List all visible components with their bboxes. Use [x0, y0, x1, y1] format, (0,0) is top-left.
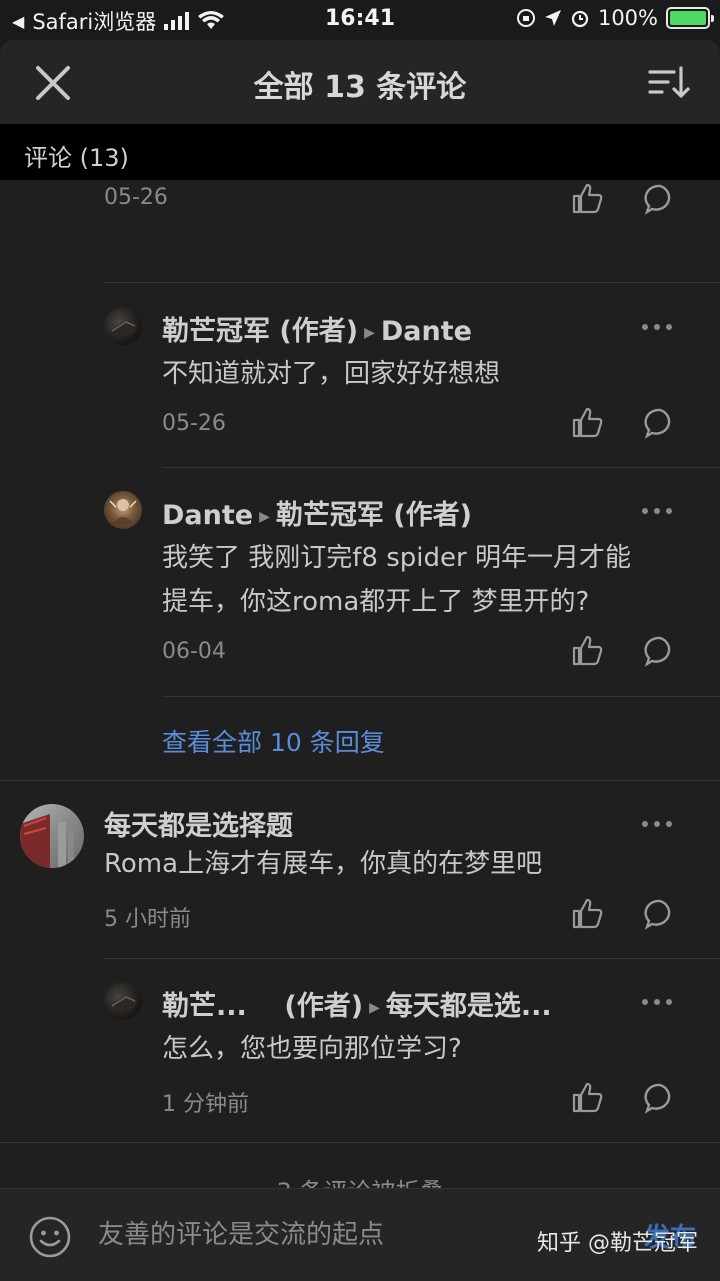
comment-date: 1 分钟前: [162, 1092, 249, 1117]
avatar-image: [109, 499, 137, 525]
reply-to-name[interactable]: 勒芒冠军 (作者): [276, 500, 472, 531]
author-name[interactable]: Dante: [162, 500, 253, 531]
author-name[interactable]: 每天都是选择题: [104, 804, 293, 843]
divider: [0, 1142, 720, 1143]
emoji-icon[interactable]: [28, 1215, 72, 1259]
like-icon[interactable]: [570, 897, 604, 931]
reply-to-name[interactable]: 每天都是选...: [386, 991, 552, 1022]
comment-date: 06-04: [162, 639, 226, 664]
comment-text-line: 提车，你这roma都开上了 梦里开的?: [162, 587, 590, 617]
reply-icon[interactable]: [643, 182, 677, 216]
reply-arrow-icon: ▶: [364, 324, 375, 341]
divider: [104, 282, 720, 283]
alarm-icon: [571, 10, 589, 28]
reply-to-name[interactable]: Dante: [381, 316, 472, 347]
comment-input-bar: 发布 知乎 @勒芒冠军: [0, 1188, 720, 1281]
reply-icon[interactable]: [643, 1081, 677, 1115]
avatar[interactable]: [104, 982, 142, 1020]
reply-arrow-icon: ▶: [259, 508, 270, 525]
avatar-image: [20, 814, 74, 868]
status-bar: ◀ Safari浏览器 16:41 100%: [0, 0, 720, 40]
comment-input[interactable]: [98, 1211, 518, 1259]
orientation-lock-icon: [516, 9, 535, 27]
avatar[interactable]: [104, 307, 142, 345]
comment-author-line[interactable]: 勒芒冠军 (作者) ▶ Dante: [162, 309, 472, 348]
like-icon[interactable]: [570, 406, 604, 440]
more-options-icon[interactable]: [637, 501, 677, 521]
section-label: 评论 (13): [24, 144, 129, 172]
avatar-image: [109, 321, 137, 337]
page-title: 全部 13 条评论: [253, 70, 467, 105]
avatar-image: [109, 996, 137, 1012]
comment-text: 怎么，您也要向那位学习?: [162, 1034, 462, 1064]
comments-sheet: 全部 13 条评论 评论 (13) 05-26 勒芒冠军 (作者) ▶ Dante: [0, 40, 720, 1281]
comment-text-line: 我笑了 我刚订完f8 spider 明年一月才能: [162, 543, 631, 573]
reply-icon[interactable]: [643, 634, 677, 668]
author-name[interactable]: 勒芒冠军 (作者): [162, 316, 358, 347]
comment-date: 5 小时前: [104, 907, 191, 932]
sheet-header: 全部 13 条评论: [0, 40, 720, 124]
section-bar: 评论 (13): [0, 124, 720, 180]
author-name[interactable]: 勒芒... (作者): [162, 991, 363, 1022]
reply-arrow-icon: ▶: [369, 999, 380, 1016]
location-icon: [544, 10, 561, 26]
view-all-replies-link[interactable]: 查看全部 10 条回复: [162, 723, 385, 759]
reply-icon[interactable]: [643, 897, 677, 931]
more-options-icon[interactable]: [637, 814, 677, 834]
divider: [162, 696, 720, 697]
comment-date: 05-26: [104, 185, 168, 210]
more-options-icon[interactable]: [637, 992, 677, 1012]
comment-date: 05-26: [162, 411, 226, 436]
comment-text: 不知道就对了，回家好好想想: [162, 359, 501, 389]
like-icon[interactable]: [570, 1081, 604, 1115]
divider: [162, 467, 720, 468]
comment-author-line[interactable]: Dante ▶ 勒芒冠军 (作者): [162, 493, 472, 532]
battery-icon: [666, 7, 714, 29]
comment-list[interactable]: 05-26 勒芒冠军 (作者) ▶ Dante 不知道就对了，回家好好想想 05-2…: [0, 180, 720, 1188]
folded-comments-link[interactable]: 3 条评论被折叠: [0, 1172, 720, 1188]
sort-icon[interactable]: [648, 64, 690, 102]
more-options-icon[interactable]: [637, 317, 677, 337]
comment-author-line[interactable]: 勒芒... (作者) ▶ 每天都是选...: [162, 984, 552, 1023]
avatar[interactable]: [104, 491, 142, 529]
watermark: 知乎 @勒芒冠军: [537, 1231, 698, 1256]
divider: [104, 958, 720, 959]
like-icon[interactable]: [570, 182, 604, 216]
like-icon[interactable]: [570, 634, 604, 668]
avatar[interactable]: [20, 804, 84, 868]
battery-percent: 100%: [597, 6, 658, 30]
divider: [0, 780, 720, 781]
reply-icon[interactable]: [643, 406, 677, 440]
status-right: 100%: [516, 6, 714, 30]
comment-text: Roma上海才有展车，你真的在梦里吧: [104, 849, 543, 879]
